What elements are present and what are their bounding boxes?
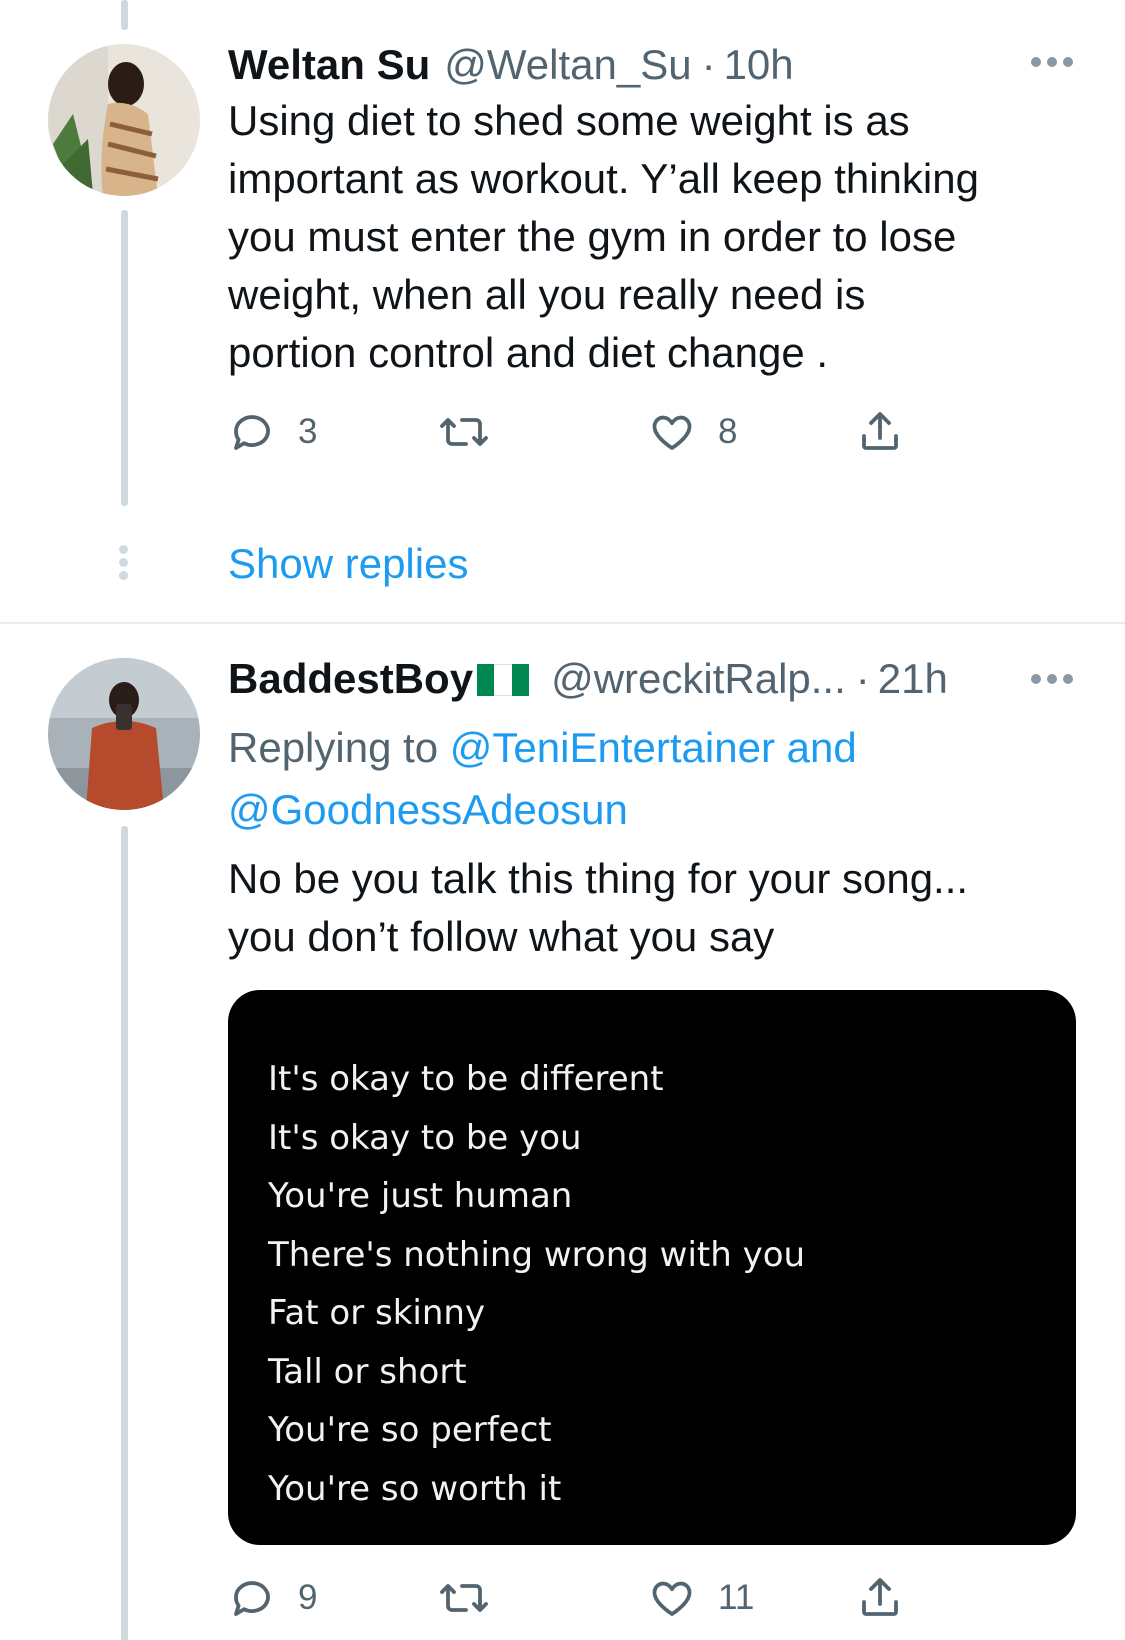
retweet-icon [440, 1584, 488, 1612]
thread-line-tweet1 [121, 210, 128, 506]
tweet-divider [0, 622, 1125, 624]
tweet1-text: Using diet to shed some weight is as imp… [228, 92, 1088, 382]
show-replies-link[interactable]: Show replies [228, 540, 468, 588]
tweet1-header: Weltan Su @Weltan_Su · 10h [228, 44, 794, 86]
tweet1-text-line: portion control and diet change . [228, 329, 829, 376]
tweet2-reply-count: 9 [298, 1578, 318, 1617]
tweet1-retweet-button[interactable] [438, 408, 490, 456]
tweet2-like-button[interactable]: 11 [648, 1574, 754, 1622]
thread-dots [119, 545, 129, 584]
reply-icon [234, 415, 270, 450]
nigeria-flag-icon [477, 664, 530, 696]
like-icon [652, 1581, 692, 1616]
media-text-line: There's nothing wrong with you [268, 1234, 806, 1275]
replying-to: Replying to @TeniEntertainer and @Goodne… [228, 717, 1088, 841]
thread-line-tweet2 [121, 826, 128, 1640]
tweet2-author-name[interactable]: BaddestBoy [228, 658, 473, 700]
tweet1-text-line: Using diet to shed some weight is as [228, 97, 910, 144]
media-text-line: It's okay to be different [268, 1059, 664, 1099]
media-text-line: You're so worth it [268, 1468, 562, 1509]
media-text-line: You're so perfect [268, 1410, 552, 1450]
tweet1-text-line: you must enter the gym in order to lose [228, 213, 957, 260]
tweet2-like-count: 11 [718, 1578, 755, 1617]
tweet2-separator: · [855, 655, 870, 702]
tweet2-text-line: No be you talk this thing for your song.… [228, 855, 969, 902]
tweet2-retweet-button[interactable] [438, 1574, 490, 1622]
like-icon [652, 415, 692, 450]
tweet2-time[interactable]: 21h [878, 658, 948, 700]
tweet1-share-button[interactable] [856, 408, 904, 456]
mention-goodness-adeosun[interactable]: @GoodnessAdeosun [228, 786, 628, 833]
tweet2-share-button[interactable] [856, 1574, 904, 1622]
tweet2-media-image[interactable]: It's okay to be different It's okay to b… [228, 990, 1076, 1545]
media-text-line: Tall or short [268, 1351, 467, 1392]
tweet2-reply-button[interactable]: 9 [228, 1574, 317, 1622]
tweet2-text-line: you don’t follow what you say [228, 913, 775, 960]
tweet1-separator: · [701, 41, 716, 88]
tweet1-text-line: important as workout. Y’all keep thinkin… [228, 155, 979, 202]
tweet2-header: BaddestBoy @wreckitRalp... · 21h [228, 658, 948, 700]
avatar-weltan-su[interactable] [48, 44, 200, 196]
tweet2-actions: 9 11 [228, 1574, 948, 1624]
tweet1-like-count: 8 [718, 412, 738, 451]
tweet2-text: No be you talk this thing for your song.… [228, 850, 1088, 966]
tweet2-handle[interactable]: @wreckitRalp... [551, 658, 846, 700]
tweet1-like-button[interactable]: 8 [648, 408, 737, 456]
tweet1-text-line: weight, when all you really need is [228, 271, 866, 318]
replying-to-prefix: Replying to [228, 724, 439, 771]
media-text-line: It's okay to be you [268, 1117, 582, 1158]
tweet1-reply-count: 3 [298, 412, 318, 451]
media-text-line: Fat or skinny [268, 1293, 486, 1333]
share-icon [862, 412, 898, 450]
tweet1-more-icon[interactable] [1031, 57, 1073, 67]
avatar-baddestboy[interactable] [48, 658, 200, 810]
media-text-line: You're just human [268, 1176, 573, 1216]
tweet1-reply-button[interactable]: 3 [228, 408, 317, 456]
tweet1-handle[interactable]: @Weltan_Su [444, 44, 691, 86]
reply-icon [234, 1581, 270, 1616]
retweet-icon [440, 418, 488, 446]
mention-teni-entertainer[interactable]: @TeniEntertainer [450, 724, 775, 771]
tweet2-more-icon[interactable] [1031, 674, 1073, 684]
thread-line-top [121, 0, 128, 30]
mention-joiner[interactable]: and [787, 724, 857, 771]
tweet1-author-name[interactable]: Weltan Su [228, 44, 430, 86]
tweet1-actions: 3 8 [228, 408, 948, 458]
share-icon [862, 1578, 898, 1616]
tweet1-time[interactable]: 10h [724, 44, 794, 86]
